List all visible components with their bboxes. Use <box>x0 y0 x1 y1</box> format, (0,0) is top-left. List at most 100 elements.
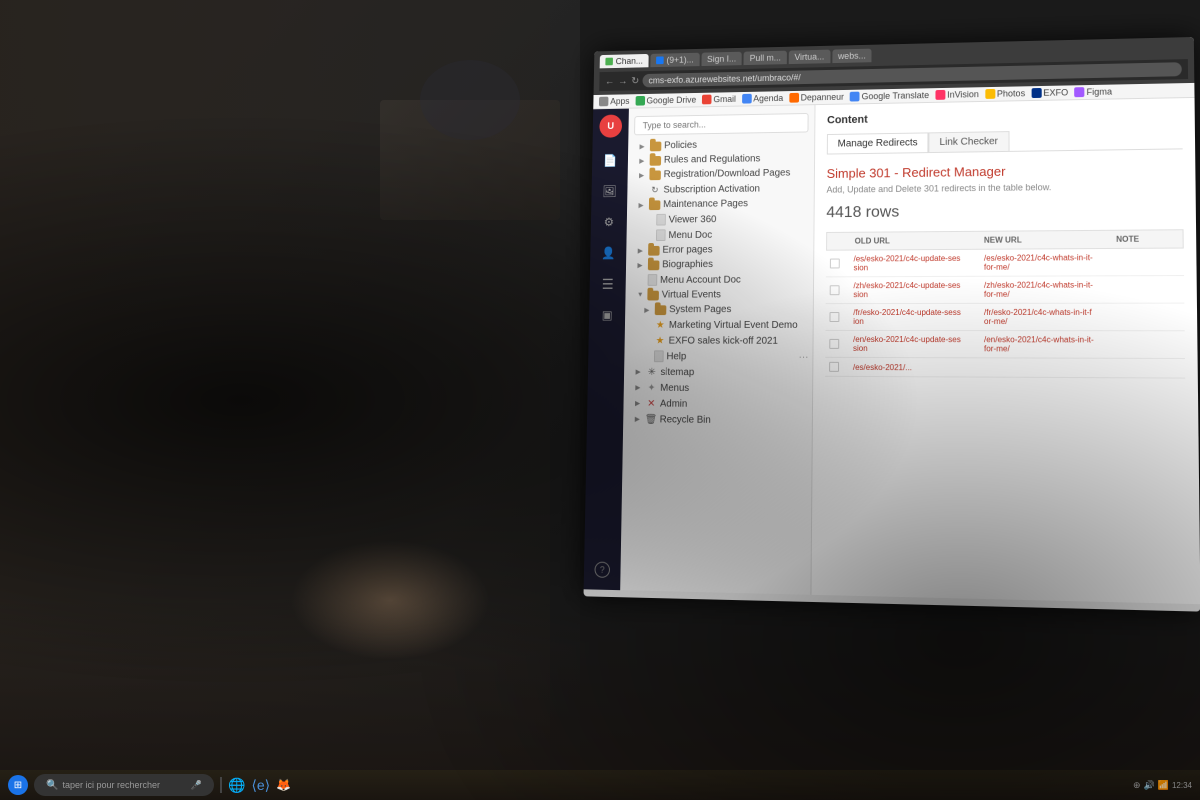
old-url: /zh/esko-2021/c4c-update-session <box>853 281 961 299</box>
tree-label: Menu Doc <box>668 229 809 241</box>
sidebar-spacer <box>603 333 607 552</box>
tree-item-exfo-sales[interactable]: ★ EXFO sales kick-off 2021 <box>625 333 813 349</box>
bookmark-exfo-label: EXFO <box>1043 87 1068 97</box>
sidebar-icon-forms[interactable]: ☰ <box>594 270 621 297</box>
browser-tab-active[interactable]: Chan... <box>600 54 649 68</box>
row-checkbox[interactable] <box>829 312 839 322</box>
desk-lamp <box>420 60 520 140</box>
arrow-icon: ▶ <box>639 142 647 150</box>
bookmark-photos-label: Photos <box>997 88 1025 98</box>
doc-icon <box>654 350 664 362</box>
row-checkbox[interactable] <box>830 285 840 295</box>
content-header: Content <box>827 108 1182 126</box>
cms-logo: U <box>599 114 622 137</box>
tree-label: Viewer 360 <box>669 213 810 225</box>
taskbar-search[interactable]: 🔍 taper ici pour rechercher 🎤 <box>34 774 214 796</box>
content-tabs: Manage Redirects Link Checker <box>827 128 1183 154</box>
tab-link-checker[interactable]: Link Checker <box>929 131 1010 152</box>
tab-label-4: Pull m... <box>750 53 781 63</box>
sidebar-icon-help[interactable]: ? <box>589 555 616 584</box>
row-checkbox[interactable] <box>829 362 839 372</box>
tree-item-virtualevents[interactable]: ▼ Virtual Events <box>625 287 813 302</box>
bookmark-invision[interactable]: InVision <box>935 89 979 100</box>
old-url: /en/esko-2021/c4c-update-session <box>853 335 962 353</box>
bookmark-photos[interactable]: Photos <box>985 88 1025 99</box>
arrow-icon: ▶ <box>644 306 652 314</box>
tree-item-sitemap[interactable]: ▶ ✳ sitemap <box>624 364 812 381</box>
tree-item-help[interactable]: Help ··· <box>624 348 812 364</box>
star-icon: ★ <box>654 319 666 331</box>
doc-icon <box>648 274 658 286</box>
tab-manage-redirects[interactable]: Manage Redirects <box>827 132 929 153</box>
sidebar-icon-settings[interactable]: ⚙ <box>595 208 622 235</box>
taskbar-firefox-icon[interactable]: 🦊 <box>276 778 291 792</box>
tree-item-viewer360[interactable]: Viewer 360 <box>627 210 814 227</box>
bookmark-gmail[interactable]: Gmail <box>702 94 736 104</box>
doc-icon <box>656 229 666 241</box>
tree-item-marketing[interactable]: ★ Marketing Virtual Event Demo <box>625 317 813 333</box>
tree-label: Menus <box>660 382 808 394</box>
forward-button[interactable]: → <box>618 76 628 87</box>
tree-item-admin[interactable]: ▶ ✕ Admin <box>623 395 812 412</box>
bookmark-agenda[interactable]: Agenda <box>742 93 784 103</box>
sidebar-icon-media[interactable]: 🖼 <box>596 178 623 205</box>
sidebar-icon-users[interactable]: 👤 <box>595 239 622 266</box>
browser-tab-6[interactable]: webs... <box>832 49 872 63</box>
taskbar: ⊞ 🔍 taper ici pour rechercher 🎤 🌐 ⟨e⟩ 🦊 … <box>0 770 1200 800</box>
tree-label: Policies <box>664 138 810 151</box>
row-checkbox[interactable] <box>829 339 839 349</box>
tree-item-menudoc[interactable]: Menu Doc <box>626 226 813 243</box>
taskbar-ie-icon[interactable]: 🌐 <box>228 777 245 794</box>
sidebar-icon-packages[interactable]: ▣ <box>594 301 621 328</box>
more-icon[interactable]: ··· <box>799 351 809 362</box>
system-time: 12:34 <box>1172 781 1192 790</box>
translate-icon <box>850 92 860 102</box>
table-row: /es/esko-2021/... <box>825 358 1185 379</box>
table-row: /en/esko-2021/c4c-update-session /en/esk… <box>825 331 1185 359</box>
bookmark-drive[interactable]: Google Drive <box>635 95 696 106</box>
tree-item-biographies[interactable]: ▶ Biographies <box>626 257 813 273</box>
tab-favicon-2 <box>656 56 664 64</box>
bookmark-exfo[interactable]: EXFO <box>1031 87 1068 98</box>
bookmark-figma[interactable]: Figma <box>1074 87 1112 98</box>
new-url: /es/esko-2021/c4c-whats-in-it-for-me/ <box>984 253 1095 272</box>
bookmark-depanneur[interactable]: Depanneur <box>789 92 844 103</box>
bookmark-translate[interactable]: Google Translate <box>850 90 929 101</box>
agenda-icon <box>742 94 752 104</box>
arrow-icon: ▶ <box>637 261 645 269</box>
tree-item-recycle[interactable]: ▶ 🗑 Recycle Bin <box>623 411 812 429</box>
back-button[interactable]: ← <box>605 76 615 87</box>
tab-label-3: Sign I... <box>707 54 736 64</box>
table-row: /es/esko-2021/c4c-update-session /es/esk… <box>826 249 1184 278</box>
taskbar-edge-icon[interactable]: ⟨e⟩ <box>251 777 270 794</box>
bookmark-apps-label: Apps <box>610 96 629 106</box>
tree-item-menus[interactable]: ▶ ✦ Menus <box>624 380 813 397</box>
col-checkbox <box>831 237 851 246</box>
tree-item-menuaccount[interactable]: Menu Account Doc <box>626 271 813 287</box>
users-icon: 👤 <box>601 246 615 260</box>
tree-label: Subscription Activation <box>663 183 810 195</box>
redirect-plugin-subtitle: Add, Update and Delete 301 redirects in … <box>827 181 1184 195</box>
windows-button[interactable]: ⊞ <box>8 775 28 795</box>
table-row: /fr/esko-2021/c4c-update-session /fr/esk… <box>825 304 1184 332</box>
folder-icon <box>650 141 662 151</box>
bookmark-invision-label: InVision <box>947 89 979 99</box>
browser-tab-3[interactable]: Sign I... <box>701 52 742 66</box>
browser-tab-5[interactable]: Virtua... <box>789 50 831 64</box>
tree-label: Recycle Bin <box>660 414 808 426</box>
forms-icon: ☰ <box>602 276 614 293</box>
search-input[interactable] <box>634 113 809 135</box>
col-new-url: NEW URL <box>984 235 1094 245</box>
tree-label: EXFO sales kick-off 2021 <box>669 335 809 346</box>
browser-tab-4[interactable]: Pull m... <box>744 51 787 65</box>
sidebar-icon-content[interactable]: 📄 <box>597 147 624 174</box>
tree-item-systempages[interactable]: ▶ System Pages <box>625 302 813 317</box>
reload-button[interactable]: ↻ <box>631 76 639 87</box>
tree-label: System Pages <box>669 304 809 315</box>
tree-item-error[interactable]: ▶ Error pages <box>626 242 813 258</box>
address-field[interactable]: cms-exfo.azurewebsites.net/umbraco/#/ <box>643 62 1182 87</box>
browser-tab-2[interactable]: (9+1)... <box>650 53 699 67</box>
row-checkbox[interactable] <box>830 259 840 269</box>
bookmark-apps[interactable]: Apps <box>599 96 630 106</box>
tab-label: Chan... <box>616 56 643 66</box>
